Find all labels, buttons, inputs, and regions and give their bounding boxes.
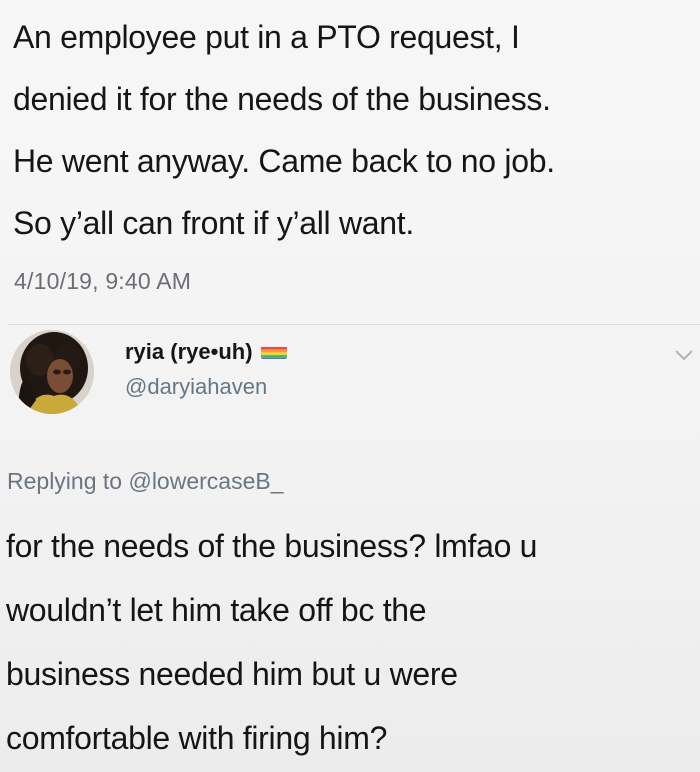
rainbow-flag-icon (260, 343, 287, 360)
tweet-timestamp[interactable]: 4/10/19, 9:40 AM (14, 268, 191, 295)
chevron-down-icon[interactable] (674, 348, 694, 362)
reply-line: for the needs of the business? lmfao u (6, 528, 538, 564)
display-name[interactable]: ryia (rye•uh) (125, 339, 287, 365)
display-name-text: ryia (rye•uh) (125, 339, 253, 364)
reply-line: wouldn’t let him take off bc the (6, 592, 427, 628)
reply-line: comfortable with firing him? (6, 720, 388, 756)
tweet-line: denied it for the needs of the business. (13, 81, 551, 117)
screenshot-page: An employee put in a PTO request, I deni… (0, 0, 700, 772)
reply-line: business needed him but u were (6, 656, 458, 692)
tweet-line: He went anyway. Came back to no job. (13, 143, 555, 179)
user-handle[interactable]: @daryiahaven (125, 374, 267, 400)
divider (8, 324, 700, 325)
replying-to: Replying to @lowercaseB_ (7, 468, 284, 495)
replying-prefix: Replying to (7, 468, 123, 494)
original-tweet-text: An employee put in a PTO request, I deni… (13, 6, 693, 254)
reply-tweet-text: for the needs of the business? lmfao u w… (6, 514, 696, 770)
tweet-line: An employee put in a PTO request, I (13, 19, 520, 55)
tweet-line: So y’all can front if y’all want. (13, 205, 414, 241)
avatar[interactable] (10, 330, 94, 414)
avatar-image (10, 330, 94, 414)
replying-mention-link[interactable]: @lowercaseB_ (128, 468, 283, 494)
